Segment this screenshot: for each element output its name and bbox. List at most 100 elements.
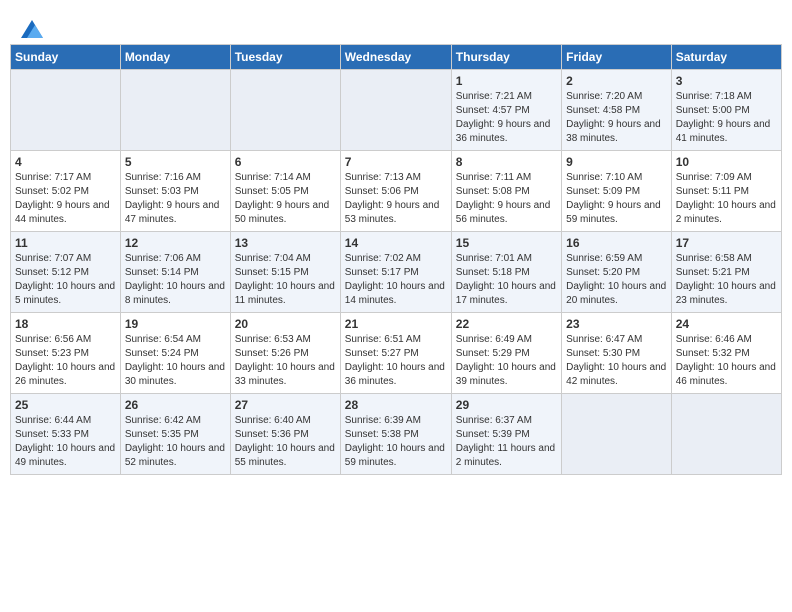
calendar-day-cell: 1Sunrise: 7:21 AMSunset: 4:57 PMDaylight…: [451, 70, 561, 151]
day-number: 18: [15, 317, 116, 331]
day-number: 19: [125, 317, 226, 331]
calendar-day-cell: 11 Sunrise: 7:07 AMSunset: 5:12 PMDayligh…: [11, 232, 121, 313]
day-number: 28: [345, 398, 447, 412]
calendar-day-cell: 19 Sunrise: 6:54 AMSunset: 5:24 PMDayligh…: [120, 313, 230, 394]
day-info: Sunrise: 7:06 AMSunset: 5:14 PMDaylight:…: [125, 252, 226, 308]
day-info: Sunrise: 7:11 AMSunset: 5:08 PMDaylight:…: [456, 171, 557, 227]
calendar-day-cell: 5 Sunrise: 7:16 AMSunset: 5:03 PMDaylight…: [120, 151, 230, 232]
day-number: 12: [125, 236, 226, 250]
calendar-day-cell: 6 Sunrise: 7:14 AMSunset: 5:05 PMDaylight…: [230, 151, 340, 232]
day-info: Sunrise: 7:09 AMSunset: 5:11 PMDaylight:…: [676, 171, 777, 227]
calendar-day-cell: 17 Sunrise: 6:58 AMSunset: 5:21 PMDayligh…: [671, 232, 781, 313]
day-number: 9: [566, 155, 667, 169]
day-number: 5: [125, 155, 226, 169]
day-info: Sunrise: 6:56 AMSunset: 5:23 PMDaylight:…: [15, 333, 116, 389]
day-info: Sunrise: 7:04 AMSunset: 5:15 PMDaylight:…: [235, 252, 336, 308]
day-info: Sunrise: 6:42 AMSunset: 5:35 PMDaylight:…: [125, 414, 226, 470]
calendar-day-cell: 12 Sunrise: 7:06 AMSunset: 5:14 PMDayligh…: [120, 232, 230, 313]
calendar-day-cell: 28 Sunrise: 6:39 AMSunset: 5:38 PMDayligh…: [340, 394, 451, 475]
day-number: 15: [456, 236, 557, 250]
day-number: 10: [676, 155, 777, 169]
calendar-day-cell: 27 Sunrise: 6:40 AMSunset: 5:36 PMDayligh…: [230, 394, 340, 475]
calendar-week-row: 11 Sunrise: 7:07 AMSunset: 5:12 PMDayligh…: [11, 232, 782, 313]
calendar-day-cell: 20 Sunrise: 6:53 AMSunset: 5:26 PMDayligh…: [230, 313, 340, 394]
calendar-day-cell: 29 Sunrise: 6:37 AMSunset: 5:39 PMDayligh…: [451, 394, 561, 475]
calendar-day-cell: 23Sunrise: 6:47 AMSunset: 5:30 PMDayligh…: [562, 313, 672, 394]
calendar-day-cell: [230, 70, 340, 151]
calendar-day-cell: 18 Sunrise: 6:56 AMSunset: 5:23 PMDayligh…: [11, 313, 121, 394]
calendar-week-row: 18 Sunrise: 6:56 AMSunset: 5:23 PMDayligh…: [11, 313, 782, 394]
day-info: Sunrise: 7:16 AMSunset: 5:03 PMDaylight:…: [125, 171, 226, 227]
day-number: 24: [676, 317, 777, 331]
day-number: 26: [125, 398, 226, 412]
day-number: 14: [345, 236, 447, 250]
day-number: 11: [15, 236, 116, 250]
calendar-day-cell: 10 Sunrise: 7:09 AMSunset: 5:11 PMDayligh…: [671, 151, 781, 232]
calendar-week-row: 1Sunrise: 7:21 AMSunset: 4:57 PMDaylight…: [11, 70, 782, 151]
calendar-day-cell: [340, 70, 451, 151]
day-info: Sunrise: 6:37 AMSunset: 5:39 PMDaylight:…: [456, 414, 557, 470]
day-info: Sunrise: 7:10 AMSunset: 5:09 PMDaylight:…: [566, 171, 667, 227]
day-of-week-header: Saturday: [671, 45, 781, 70]
calendar-day-cell: 21 Sunrise: 6:51 AMSunset: 5:27 PMDayligh…: [340, 313, 451, 394]
calendar-day-cell: 9 Sunrise: 7:10 AMSunset: 5:09 PMDaylight…: [562, 151, 672, 232]
calendar-week-row: 25Sunrise: 6:44 AMSunset: 5:33 PMDayligh…: [11, 394, 782, 475]
calendar-day-cell: [562, 394, 672, 475]
day-number: 20: [235, 317, 336, 331]
logo-icon: [21, 20, 43, 38]
day-number: 16: [566, 236, 667, 250]
day-number: 17: [676, 236, 777, 250]
day-number: 13: [235, 236, 336, 250]
day-info: Sunrise: 6:46 AMSunset: 5:32 PMDaylight:…: [676, 333, 777, 389]
calendar-day-cell: [671, 394, 781, 475]
calendar-day-cell: 14 Sunrise: 7:02 AMSunset: 5:17 PMDayligh…: [340, 232, 451, 313]
day-number: 25: [15, 398, 116, 412]
day-number: 22: [456, 317, 557, 331]
calendar-day-cell: 24 Sunrise: 6:46 AMSunset: 5:32 PMDayligh…: [671, 313, 781, 394]
day-number: 29: [456, 398, 557, 412]
calendar-day-cell: [120, 70, 230, 151]
day-info: Sunrise: 6:49 AMSunset: 5:29 PMDaylight:…: [456, 333, 557, 389]
calendar-day-cell: 8 Sunrise: 7:11 AMSunset: 5:08 PMDaylight…: [451, 151, 561, 232]
calendar-day-cell: 7 Sunrise: 7:13 AMSunset: 5:06 PMDaylight…: [340, 151, 451, 232]
day-of-week-header: Monday: [120, 45, 230, 70]
day-number: 27: [235, 398, 336, 412]
day-number: 4: [15, 155, 116, 169]
calendar-day-cell: 25Sunrise: 6:44 AMSunset: 5:33 PMDayligh…: [11, 394, 121, 475]
day-number: 2: [566, 74, 667, 88]
day-info: Sunrise: 6:54 AMSunset: 5:24 PMDaylight:…: [125, 333, 226, 389]
day-info: Sunrise: 6:53 AMSunset: 5:26 PMDaylight:…: [235, 333, 336, 389]
day-info: Sunrise: 7:14 AMSunset: 5:05 PMDaylight:…: [235, 171, 336, 227]
day-info: Sunrise: 6:59 AMSunset: 5:20 PMDaylight:…: [566, 252, 667, 308]
day-number: 7: [345, 155, 447, 169]
calendar-table: SundayMondayTuesdayWednesdayThursdayFrid…: [10, 44, 782, 475]
calendar-day-cell: 2 Sunrise: 7:20 AMSunset: 4:58 PMDaylight…: [562, 70, 672, 151]
calendar-day-cell: 3 Sunrise: 7:18 AMSunset: 5:00 PMDaylight…: [671, 70, 781, 151]
day-of-week-header: Wednesday: [340, 45, 451, 70]
day-info: Sunrise: 7:20 AMSunset: 4:58 PMDaylight:…: [566, 90, 667, 146]
day-of-week-header: Tuesday: [230, 45, 340, 70]
day-of-week-header: Sunday: [11, 45, 121, 70]
day-info: Sunrise: 6:39 AMSunset: 5:38 PMDaylight:…: [345, 414, 447, 470]
day-number: 6: [235, 155, 336, 169]
day-info: Sunrise: 7:13 AMSunset: 5:06 PMDaylight:…: [345, 171, 447, 227]
day-number: 21: [345, 317, 447, 331]
day-info: Sunrise: 6:47 AMSunset: 5:30 PMDaylight:…: [566, 333, 667, 389]
day-info: Sunrise: 7:02 AMSunset: 5:17 PMDaylight:…: [345, 252, 447, 308]
day-number: 8: [456, 155, 557, 169]
day-of-week-header: Thursday: [451, 45, 561, 70]
day-of-week-header: Friday: [562, 45, 672, 70]
day-info: Sunrise: 6:40 AMSunset: 5:36 PMDaylight:…: [235, 414, 336, 470]
day-info: Sunrise: 7:07 AMSunset: 5:12 PMDaylight:…: [15, 252, 116, 308]
calendar-header-row: SundayMondayTuesdayWednesdayThursdayFrid…: [11, 45, 782, 70]
calendar-day-cell: 16 Sunrise: 6:59 AMSunset: 5:20 PMDayligh…: [562, 232, 672, 313]
calendar-day-cell: 15 Sunrise: 7:01 AMSunset: 5:18 PMDayligh…: [451, 232, 561, 313]
day-number: 3: [676, 74, 777, 88]
day-info: Sunrise: 7:18 AMSunset: 5:00 PMDaylight:…: [676, 90, 777, 146]
day-info: Sunrise: 6:58 AMSunset: 5:21 PMDaylight:…: [676, 252, 777, 308]
day-info: Sunrise: 6:51 AMSunset: 5:27 PMDaylight:…: [345, 333, 447, 389]
calendar-day-cell: [11, 70, 121, 151]
calendar-day-cell: 26 Sunrise: 6:42 AMSunset: 5:35 PMDayligh…: [120, 394, 230, 475]
calendar-week-row: 4Sunrise: 7:17 AMSunset: 5:02 PMDaylight…: [11, 151, 782, 232]
day-info: Sunrise: 7:01 AMSunset: 5:18 PMDaylight:…: [456, 252, 557, 308]
